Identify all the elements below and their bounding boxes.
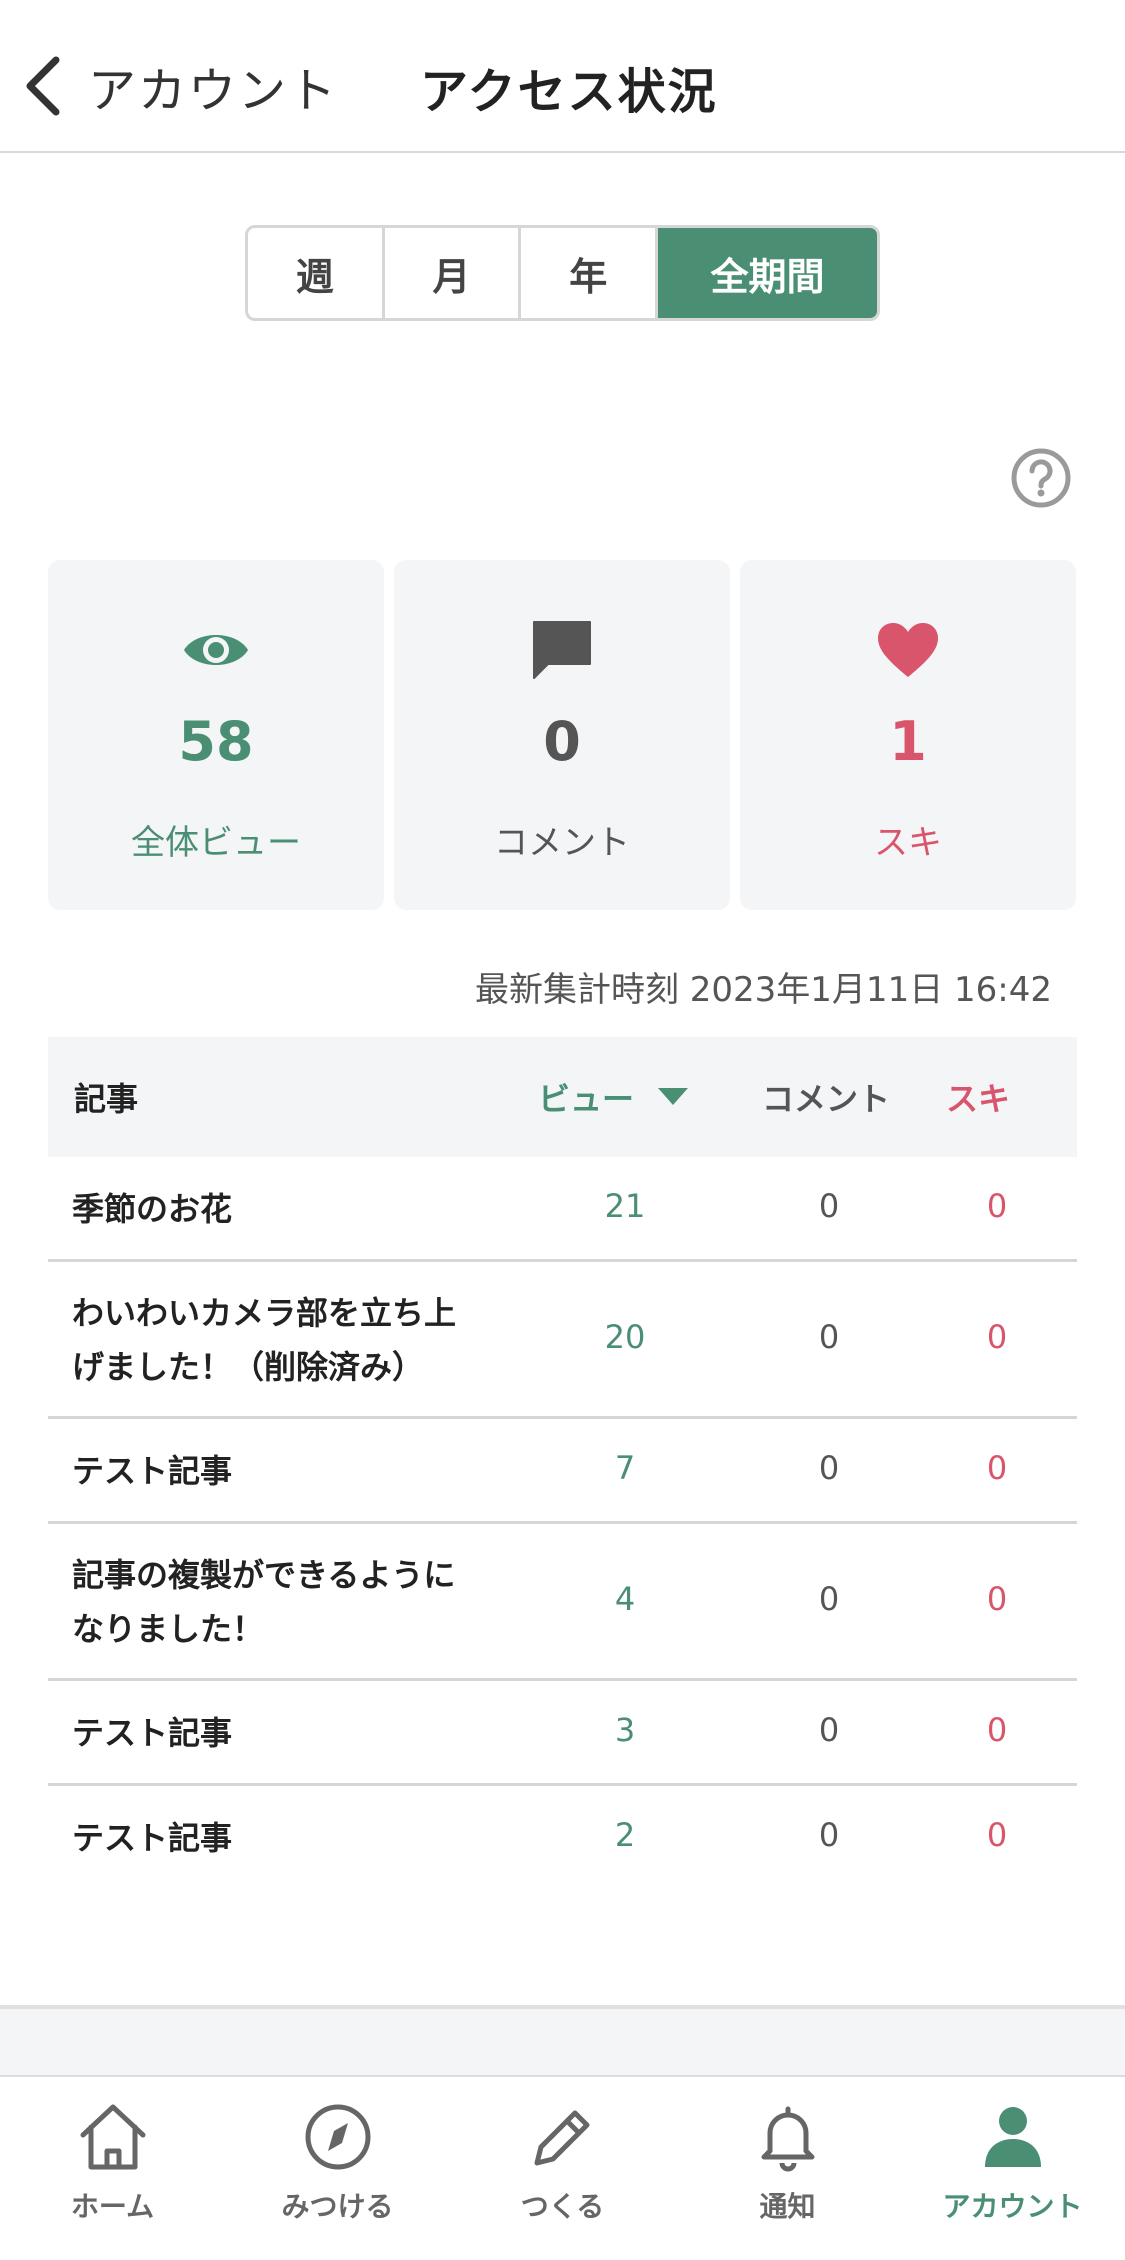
- row-likes: 0: [986, 1449, 1008, 1487]
- views-card: 58 全体ビュー: [48, 560, 384, 910]
- table-header: 記事 ビュー コメント スキ: [48, 1037, 1077, 1157]
- row-comments: 0: [818, 1711, 840, 1749]
- row-views: 3: [614, 1711, 636, 1749]
- nav-notifications[interactable]: 通知: [675, 2097, 900, 2237]
- article-title: 記事の複製ができるように なりました！: [72, 1556, 456, 1648]
- likes-label: スキ: [874, 823, 942, 863]
- row-comments: 0: [818, 1580, 840, 1618]
- nav-create-label: つくる: [520, 2190, 605, 2223]
- total-views-value: 58: [178, 710, 254, 773]
- row-likes: 0: [986, 1580, 1008, 1618]
- column-views-label: ビュー: [538, 1080, 635, 1118]
- likes-value: 1: [889, 710, 927, 773]
- comment-icon: [533, 621, 591, 679]
- column-likes[interactable]: スキ: [946, 1037, 1010, 1157]
- table-row[interactable]: 季節のお花 21 0 0: [48, 1157, 1077, 1262]
- comments-card: 0 コメント: [394, 560, 730, 910]
- tab-all-time[interactable]: 全期間: [658, 228, 877, 318]
- column-comments[interactable]: コメント: [762, 1037, 890, 1157]
- header: アカウント アクセス状況: [0, 0, 1125, 153]
- tab-year[interactable]: 年: [521, 228, 659, 318]
- nav-notifications-label: 通知: [759, 2190, 816, 2223]
- table-row[interactable]: テスト記事 7 0 0: [48, 1419, 1077, 1524]
- back-button[interactable]: アカウント: [22, 54, 339, 119]
- row-likes: 0: [986, 1187, 1008, 1225]
- last-updated-text: 最新集計時刻 2023年1月11日 16:42: [474, 970, 1052, 1010]
- sort-down-icon: [658, 1088, 689, 1105]
- chevron-left-icon: [26, 56, 60, 116]
- comments-label: コメント: [494, 823, 630, 863]
- row-likes: 0: [986, 1711, 1008, 1749]
- eye-icon: [184, 635, 248, 665]
- nav-create[interactable]: つくる: [450, 2097, 675, 2237]
- comments-value: 0: [543, 710, 581, 773]
- article-title: わいわいカメラ部を立ち上 げました！（削除済み）: [72, 1294, 457, 1386]
- row-likes: 0: [986, 1816, 1008, 1854]
- person-icon: [984, 2107, 1041, 2167]
- column-views-sort[interactable]: ビュー: [538, 1037, 689, 1157]
- nav-home[interactable]: ホーム: [0, 2097, 225, 2237]
- period-selector: 週 月 年 全期間: [245, 225, 880, 321]
- row-views: 21: [604, 1187, 646, 1225]
- footer-divider: [0, 2005, 1125, 2075]
- row-comments: 0: [818, 1187, 840, 1225]
- total-views-label: 全体ビュー: [131, 823, 301, 863]
- row-views: 20: [604, 1318, 646, 1356]
- article-title: テスト記事: [72, 1452, 233, 1490]
- row-views: 4: [614, 1580, 636, 1618]
- article-title: 季節のお花: [72, 1190, 233, 1228]
- help-icon[interactable]: [1010, 447, 1072, 509]
- home-icon: [80, 2104, 145, 2170]
- pencil-icon: [534, 2110, 589, 2166]
- table-row[interactable]: テスト記事 3 0 0: [48, 1681, 1077, 1786]
- page-title: アクセス状況: [420, 64, 718, 120]
- row-views: 7: [614, 1449, 636, 1487]
- column-article: 記事: [74, 1080, 139, 1118]
- row-comments: 0: [818, 1318, 840, 1356]
- row-comments: 0: [818, 1816, 840, 1854]
- row-likes: 0: [986, 1318, 1008, 1356]
- table-row[interactable]: テスト記事 2 0 0: [48, 1786, 1077, 1891]
- compass-icon: [305, 2104, 370, 2170]
- table-row[interactable]: 記事の複製ができるように なりました！ 4 0 0: [48, 1524, 1077, 1681]
- nav-discover[interactable]: みつける: [225, 2097, 450, 2237]
- table-row[interactable]: わいわいカメラ部を立ち上 げました！（削除済み） 20 0 0: [48, 1262, 1077, 1419]
- row-views: 2: [614, 1816, 636, 1854]
- nav-discover-label: みつける: [281, 2190, 394, 2223]
- tab-week[interactable]: 週: [248, 228, 385, 318]
- bell-icon: [761, 2106, 814, 2172]
- article-title: テスト記事: [72, 1819, 233, 1857]
- heart-icon: [878, 623, 938, 677]
- likes-card: 1 スキ: [740, 560, 1076, 910]
- nav-account-label: アカウント: [942, 2190, 1083, 2223]
- bottom-nav: ホーム みつける つくる 通知 アカウント: [0, 2075, 1125, 2260]
- nav-home-label: ホーム: [70, 2190, 155, 2223]
- article-title: テスト記事: [72, 1714, 233, 1752]
- back-label: アカウント: [88, 63, 339, 119]
- row-comments: 0: [818, 1449, 840, 1487]
- tab-month[interactable]: 月: [385, 228, 522, 318]
- nav-account[interactable]: アカウント: [900, 2097, 1125, 2237]
